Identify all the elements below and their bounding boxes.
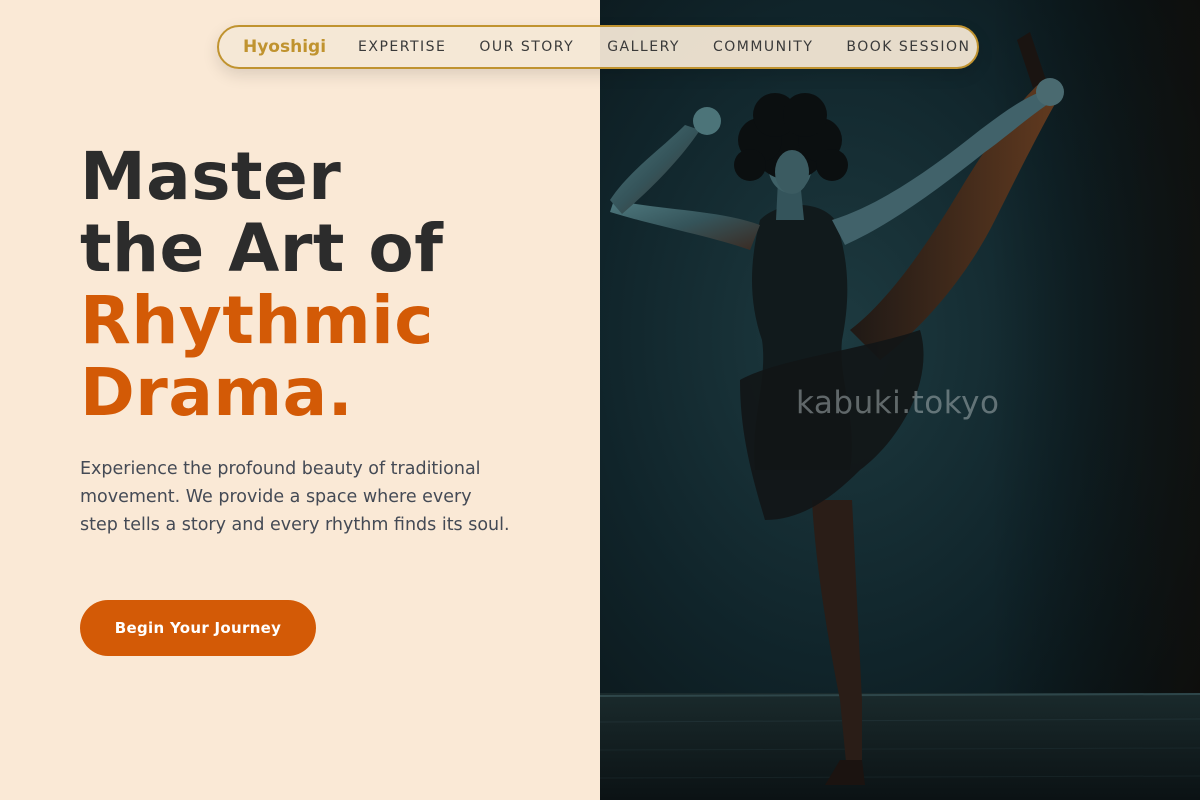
nav-link-expertise[interactable]: EXPERTISE: [358, 39, 446, 55]
hero-title: Master the Art of Rhythmic Drama.: [80, 141, 444, 429]
nav-link-our-story[interactable]: OUR STORY: [479, 39, 574, 55]
hero-title-line-3: Rhythmic: [80, 282, 434, 359]
hero-image: kabuki.tokyo: [600, 0, 1200, 800]
hero-title-line-2: the Art of: [80, 210, 444, 287]
main-nav: Hyoshigi EXPERTISE OUR STORY GALLERY COM…: [217, 25, 979, 69]
nav-link-community[interactable]: COMMUNITY: [713, 39, 813, 55]
begin-journey-button[interactable]: Begin Your Journey: [80, 600, 316, 656]
nav-link-gallery[interactable]: GALLERY: [607, 39, 680, 55]
hero-description: Experience the profound beauty of tradit…: [80, 459, 510, 535]
hero-title-line-1: Master: [80, 138, 342, 215]
brand-logo[interactable]: Hyoshigi: [243, 37, 326, 57]
watermark: kabuki.tokyo: [796, 385, 1000, 421]
hero-title-line-4: Drama.: [80, 354, 354, 431]
nav-link-book-session[interactable]: BOOK SESSION: [846, 39, 970, 55]
